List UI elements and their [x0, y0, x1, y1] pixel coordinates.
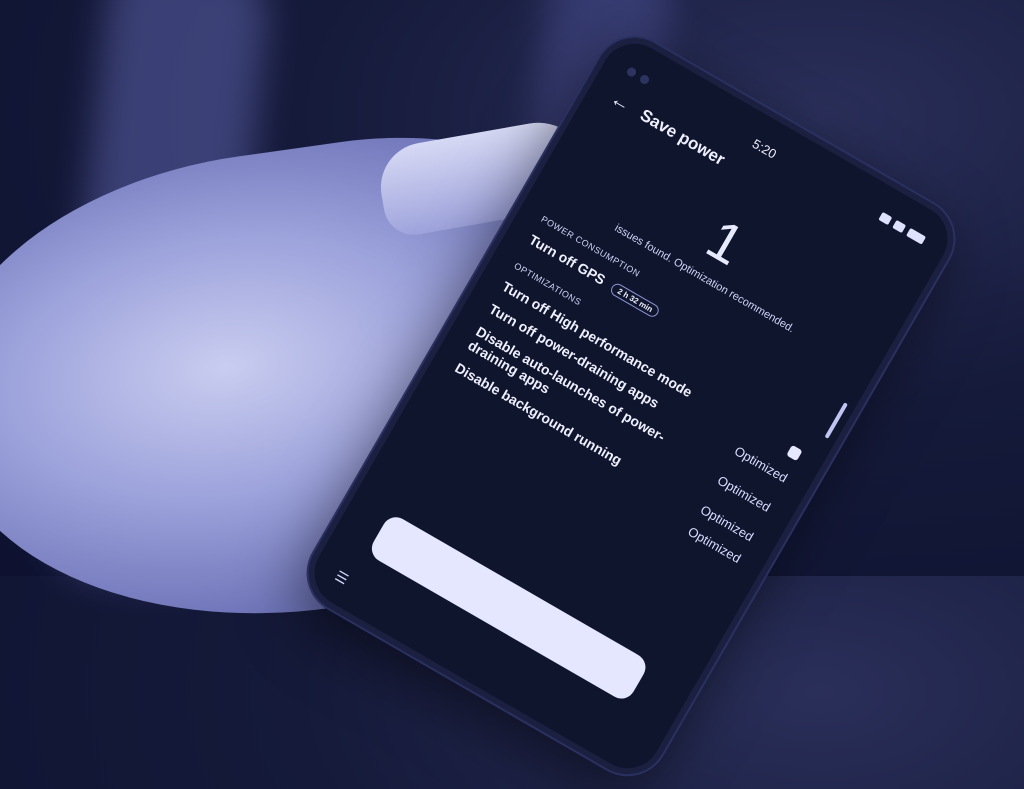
status-time: 5:20 [750, 135, 780, 162]
toggle-checkbox[interactable] [786, 444, 803, 462]
camera-cutout [625, 65, 651, 86]
camera-icon [625, 65, 638, 78]
battery-icon [906, 227, 927, 245]
optimization-row[interactable]: Disable background running Optimized [452, 359, 756, 544]
arrow-left-icon[interactable]: ← [606, 88, 634, 117]
optimization-status: Optimized [715, 472, 774, 515]
scrollbar[interactable] [824, 402, 848, 439]
menu-icon[interactable]: ☰ [332, 567, 351, 588]
camera-icon [638, 72, 651, 86]
wifi-icon [892, 219, 907, 233]
status-icons [878, 211, 927, 245]
optimize-button[interactable] [366, 512, 651, 704]
signal-icon [878, 211, 893, 225]
